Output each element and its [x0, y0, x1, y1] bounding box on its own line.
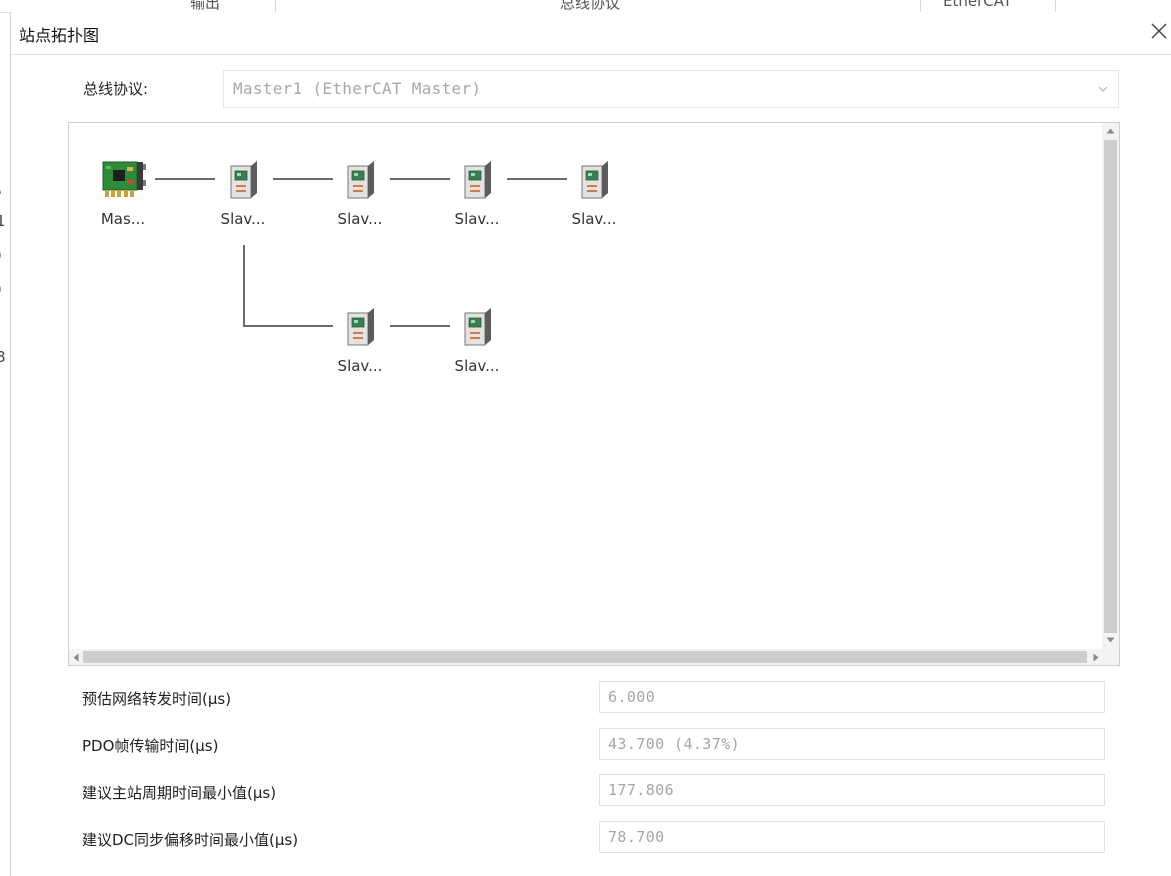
vertical-scrollbar[interactable]: [1102, 123, 1119, 650]
close-icon: [1151, 23, 1167, 39]
dialog-title-bar: 站点拓扑图: [11, 12, 1171, 55]
scrollbar-corner: [1102, 649, 1119, 665]
background-header-divider: [920, 0, 921, 12]
metric-label-master-cycle-min: 建议主站周期时间最小值(μs): [82, 784, 277, 802]
topology-node-slave[interactable]: Slav...: [203, 158, 283, 228]
topology-node-label: Mas...: [100, 210, 146, 228]
topology-node-label: Slav...: [571, 210, 617, 228]
slave-device-icon: [464, 161, 491, 199]
topology-node-label: Slav...: [454, 357, 500, 375]
metric-value: 177.806: [608, 781, 675, 799]
topology-node-slave[interactable]: Slav...: [320, 305, 400, 375]
scroll-down-arrow-icon[interactable]: [1106, 637, 1115, 643]
scroll-right-arrow-icon[interactable]: [1093, 653, 1099, 662]
slave-device-icon: [464, 308, 491, 346]
chevron-down-icon: [1098, 86, 1108, 92]
topology-node-slave[interactable]: Slav...: [320, 158, 400, 228]
topology-link: [243, 245, 245, 327]
topology-node-label: Slav...: [454, 210, 500, 228]
scroll-left-arrow-icon[interactable]: [73, 653, 79, 662]
metric-label-dc-sync-offset-min: 建议DC同步偏移时间最小值(μs): [82, 831, 299, 849]
metric-label-pdo-frame-time: PDO帧传输时间(μs): [82, 737, 219, 755]
protocol-select[interactable]: Master1 (EtherCAT Master): [223, 70, 1119, 108]
topology-canvas: Mas... Slav... Slav... Slav... Slav... S…: [69, 123, 1103, 650]
scroll-up-arrow-icon[interactable]: [1106, 128, 1115, 134]
slave-device-icon: [230, 161, 257, 199]
topology-dialog: 站点拓扑图 总线协议: Master1 (EtherCAT Master) Ma…: [10, 12, 1171, 876]
metric-value: 78.700: [608, 828, 665, 846]
topology-node-label: Slav...: [337, 357, 383, 375]
topology-node-slave[interactable]: Slav...: [554, 158, 634, 228]
close-button[interactable]: [1146, 18, 1171, 44]
topology-node-label: Slav...: [220, 210, 266, 228]
metric-field-dc-sync-offset-min[interactable]: 78.700: [599, 821, 1105, 853]
slave-device-icon: [347, 308, 374, 346]
metric-field-master-cycle-min[interactable]: 177.806: [599, 774, 1105, 806]
background-header-divider: [275, 0, 276, 12]
metric-value: 43.700 (4.37%): [608, 735, 741, 753]
slave-device-icon: [581, 161, 608, 199]
topology-node-slave[interactable]: Slav...: [437, 158, 517, 228]
slave-device-icon: [347, 161, 374, 199]
topology-node-label: Slav...: [337, 210, 383, 228]
metric-label-network-forward-time: 预估网络转发时间(μs): [82, 690, 232, 708]
horizontal-scroll-thumb[interactable]: [83, 651, 1087, 663]
topology-node-master[interactable]: Mas...: [83, 158, 163, 228]
vertical-scroll-thumb[interactable]: [1104, 140, 1117, 633]
topology-node-slave[interactable]: Slav...: [437, 305, 517, 375]
metric-field-pdo-frame-time[interactable]: 43.700 (4.37%): [599, 728, 1105, 760]
protocol-label: 总线协议:: [83, 80, 149, 98]
dialog-title: 站点拓扑图: [19, 26, 100, 45]
horizontal-scrollbar[interactable]: [69, 649, 1103, 665]
metric-value: 6.000: [608, 688, 656, 706]
master-card-icon: [102, 161, 146, 197]
protocol-select-value: Master1 (EtherCAT Master): [233, 79, 482, 98]
background-header-text: EtherCAT: [943, 0, 1012, 10]
topology-view[interactable]: Mas... Slav... Slav... Slav... Slav... S…: [68, 122, 1120, 666]
metric-field-network-forward-time[interactable]: 6.000: [599, 681, 1105, 713]
background-header-divider: [1055, 0, 1056, 12]
